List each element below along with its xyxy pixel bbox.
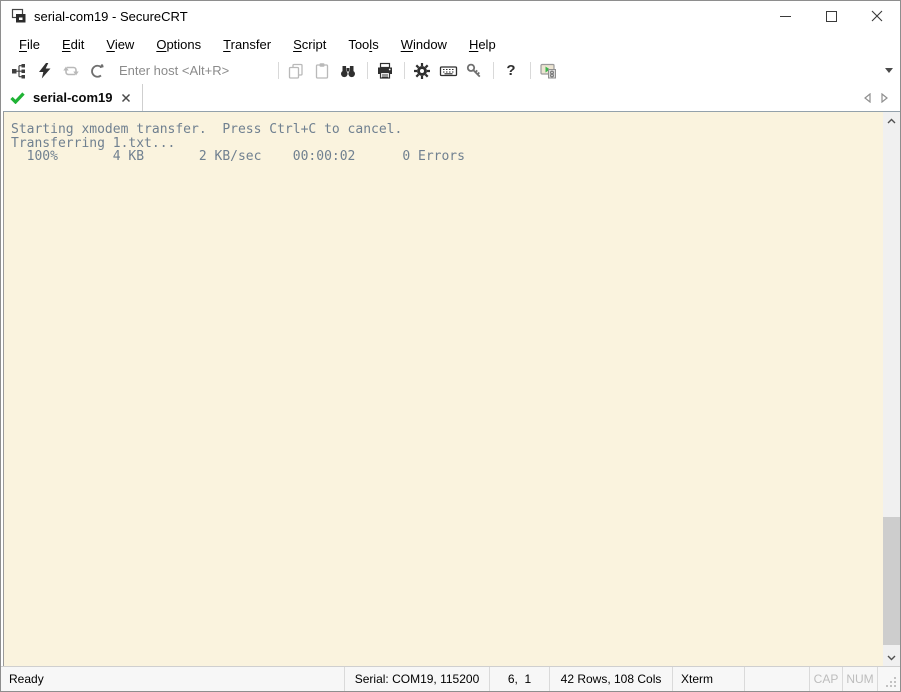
menu-window[interactable]: Window — [390, 33, 458, 56]
status-caps-lock: CAP — [809, 667, 842, 691]
help-button[interactable]: ? — [499, 59, 523, 83]
toolbar-separator — [367, 62, 368, 79]
keyboard-map-button[interactable] — [436, 59, 460, 83]
window-controls — [762, 1, 900, 31]
close-icon — [871, 10, 883, 22]
menu-tools[interactable]: Tools — [337, 33, 389, 56]
menu-file[interactable]: File — [8, 33, 51, 56]
menu-transfer[interactable]: Transfer — [212, 33, 282, 56]
reconnect-icon — [62, 62, 80, 80]
paste-button[interactable] — [310, 59, 334, 83]
tab-bar: serial-com19 — [1, 84, 900, 111]
scrollbar-thumb[interactable] — [883, 517, 900, 645]
toolbar-separator — [493, 62, 494, 79]
host-input[interactable] — [119, 63, 267, 78]
tab-scroll-controls — [864, 84, 900, 111]
terminal-line: Starting xmodem transfer. Press Ctrl+C t… — [11, 123, 876, 137]
scroll-up-button[interactable] — [883, 112, 900, 129]
chevron-down-icon — [887, 655, 896, 661]
copy-icon — [287, 62, 305, 80]
menu-script[interactable]: Script — [282, 33, 337, 56]
status-emulation: Xterm — [672, 667, 744, 691]
key-generator-button[interactable] — [462, 59, 486, 83]
scroll-down-button[interactable] — [883, 649, 900, 666]
status-connection: Serial: COM19, 115200 — [344, 667, 489, 691]
session-options-button[interactable] — [410, 59, 434, 83]
gear-icon — [413, 62, 431, 80]
terminal-screen[interactable]: Starting xmodem transfer. Press Ctrl+C t… — [3, 111, 900, 666]
print-icon — [376, 62, 394, 80]
keyboard-icon — [439, 62, 458, 80]
menu-options[interactable]: Options — [145, 33, 212, 56]
find-icon — [339, 62, 357, 80]
maximize-icon — [826, 11, 837, 22]
tab-close-icon[interactable] — [121, 93, 131, 103]
app-icon — [11, 8, 27, 24]
menu-edit[interactable]: Edit — [51, 33, 95, 56]
quick-connect-icon — [36, 62, 54, 80]
status-blank — [744, 667, 809, 691]
resize-grip-icon — [886, 677, 897, 688]
toolbar-overflow-button[interactable] — [885, 68, 893, 73]
window-title: serial-com19 - SecureCRT — [34, 9, 188, 24]
status-num-lock: NUM — [842, 667, 877, 691]
help-icon: ? — [506, 62, 515, 79]
disconnect-button[interactable] — [85, 59, 109, 83]
launch-app-button[interactable] — [536, 59, 560, 83]
minimize-button[interactable] — [762, 1, 808, 31]
resize-grip[interactable] — [877, 667, 900, 691]
status-ready: Ready — [1, 667, 344, 691]
toolbar-separator — [278, 62, 279, 79]
print-button[interactable] — [373, 59, 397, 83]
scroll-tabs-left-icon[interactable] — [864, 93, 871, 103]
paste-icon — [313, 62, 331, 80]
toolbar-separator — [404, 62, 405, 79]
quick-connect-button[interactable] — [33, 59, 57, 83]
session-manager-icon — [10, 62, 28, 80]
disconnect-icon — [88, 62, 106, 80]
menu-view[interactable]: View — [95, 33, 145, 56]
terminal-line: Transferring 1.txt... — [11, 137, 876, 151]
menu-bar: File Edit View Options Transfer Script T… — [1, 31, 900, 57]
launch-app-icon — [539, 62, 558, 80]
maximize-button[interactable] — [808, 1, 854, 31]
minimize-icon — [780, 11, 791, 22]
securecrt-window: serial-com19 - SecureCRT File Edit View … — [0, 0, 901, 692]
close-button[interactable] — [854, 1, 900, 31]
toolbar-separator — [530, 62, 531, 79]
scroll-tabs-right-icon[interactable] — [881, 93, 888, 103]
session-manager-button[interactable] — [7, 59, 31, 83]
status-cursor-position: 6, 1 — [489, 667, 549, 691]
tab-label: serial-com19 — [33, 90, 113, 105]
vertical-scrollbar[interactable] — [883, 112, 900, 666]
copy-button[interactable] — [284, 59, 308, 83]
terminal-output: Starting xmodem transfer. Press Ctrl+C t… — [4, 112, 900, 164]
key-icon — [465, 62, 483, 80]
chevron-up-icon — [887, 118, 896, 124]
find-button[interactable] — [336, 59, 360, 83]
status-bar: Ready Serial: COM19, 115200 6, 1 42 Rows… — [1, 666, 900, 691]
status-grid-size: 42 Rows, 108 Cols — [549, 667, 672, 691]
connected-check-icon — [10, 92, 25, 104]
reconnect-button[interactable] — [59, 59, 83, 83]
toolbar: ? — [1, 57, 900, 84]
terminal-line: 100% 4 KB 2 KB/sec 00:00:02 0 Errors — [11, 150, 876, 164]
menu-help[interactable]: Help — [458, 33, 507, 56]
chevron-down-icon — [885, 68, 893, 73]
title-bar: serial-com19 - SecureCRT — [1, 1, 900, 31]
tab-serial-com19[interactable]: serial-com19 — [1, 84, 143, 111]
